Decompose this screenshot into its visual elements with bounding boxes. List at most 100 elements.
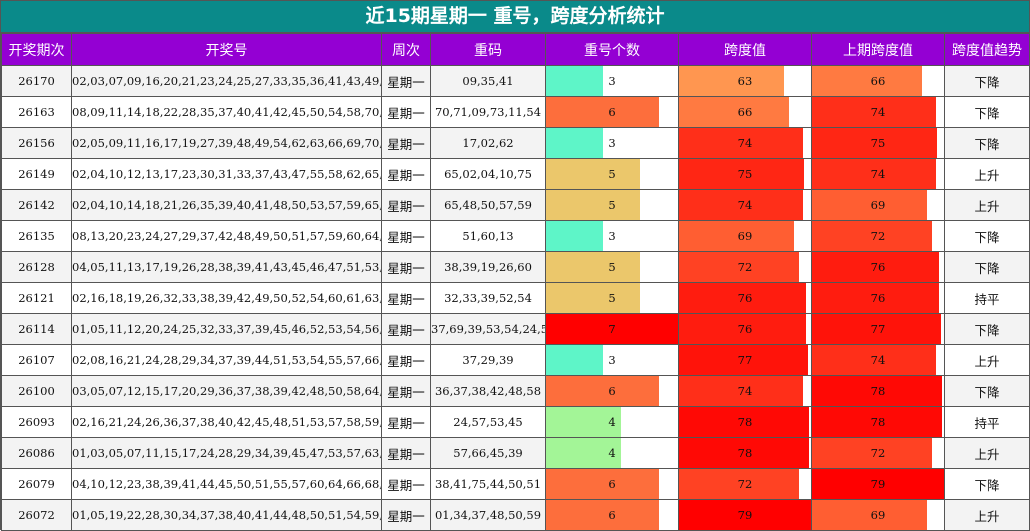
cell-span-value: 69 — [737, 229, 753, 243]
cell-repeat-count-value: 3 — [608, 74, 616, 88]
cell-issue: 26142 — [1, 189, 72, 221]
header-repeat[interactable]: 重码 — [430, 33, 546, 66]
stats-panel: 近15期星期一 重号，跨度分析统计 开奖期次 开奖号 周次 重码 重号个数 跨度… — [0, 0, 1030, 531]
cell-repeat-count-value: 3 — [608, 136, 616, 150]
cell-span-value: 77 — [737, 353, 753, 367]
cell-span-value: 74 — [737, 198, 753, 212]
cell-issue: 26079 — [1, 468, 72, 500]
cell-span-value: 74 — [737, 136, 753, 150]
cell-prev-span-value: 72 — [870, 446, 886, 460]
cell-prev-span-value: 77 — [870, 322, 886, 336]
table-row: 26093 02,16,21,24,26,36,37,38,40,42,45,48… — [1, 406, 1030, 438]
cell-repeat-count: 3 — [545, 220, 679, 252]
cell-repeat-count: 5 — [545, 158, 679, 190]
cell-repeat-count: 6 — [545, 468, 679, 500]
table-row: 26156 02,05,09,11,16,17,19,27,39,48,49,54… — [1, 127, 1030, 159]
table-title: 近15期星期一 重号，跨度分析统计 — [1, 1, 1029, 33]
cell-prev-span: 76 — [811, 282, 945, 314]
table-row: 26135 08,13,20,23,24,27,29,37,42,48,49,50… — [1, 220, 1030, 252]
cell-prev-span-value: 76 — [870, 291, 886, 305]
cell-weekday: 星期一 — [381, 313, 431, 345]
cell-prev-span: 69 — [811, 189, 945, 221]
cell-trend: 持平 — [944, 282, 1030, 314]
cell-numbers: 04,10,12,23,38,39,41,44,45,50,51,55,57,6… — [71, 468, 382, 500]
table-body: 26170 02,03,07,09,16,20,21,23,24,25,27,33… — [1, 65, 1030, 531]
cell-repeat-count: 6 — [545, 96, 679, 128]
cell-prev-span: 66 — [811, 65, 945, 97]
cell-numbers: 08,09,11,14,18,22,28,35,37,40,41,42,45,5… — [71, 96, 382, 128]
cell-span: 72 — [678, 468, 812, 500]
cell-span-value: 63 — [737, 74, 753, 88]
cell-repeat: 01,34,37,48,50,59 — [430, 499, 546, 531]
cell-span-value: 74 — [737, 384, 753, 398]
cell-issue: 26107 — [1, 344, 72, 376]
cell-span: 63 — [678, 65, 812, 97]
cell-numbers: 01,05,11,12,20,24,25,32,33,37,39,45,46,5… — [71, 313, 382, 345]
cell-span: 74 — [678, 127, 812, 159]
cell-repeat-count: 3 — [545, 65, 679, 97]
cell-repeat-count: 3 — [545, 127, 679, 159]
header-trend[interactable]: 跨度值趋势 — [944, 33, 1030, 66]
cell-repeat: 65,48,50,57,59 — [430, 189, 546, 221]
cell-repeat: 09,35,41 — [430, 65, 546, 97]
cell-weekday: 星期一 — [381, 406, 431, 438]
header-weekday[interactable]: 周次 — [381, 33, 431, 66]
cell-prev-span: 75 — [811, 127, 945, 159]
cell-repeat: 38,41,75,44,50,51 — [430, 468, 546, 500]
cell-prev-span: 74 — [811, 96, 945, 128]
cell-prev-span-value: 74 — [870, 353, 886, 367]
cell-weekday: 星期一 — [381, 375, 431, 407]
cell-weekday: 星期一 — [381, 158, 431, 190]
cell-issue: 26086 — [1, 437, 72, 469]
cell-repeat-count: 5 — [545, 189, 679, 221]
cell-numbers: 04,05,11,13,17,19,26,28,38,39,41,43,45,4… — [71, 251, 382, 283]
cell-prev-span: 74 — [811, 344, 945, 376]
header-prev-span[interactable]: 上期跨度值 — [811, 33, 945, 66]
cell-prev-span: 79 — [811, 468, 945, 500]
cell-weekday: 星期一 — [381, 65, 431, 97]
cell-trend: 持平 — [944, 406, 1030, 438]
cell-weekday: 星期一 — [381, 499, 431, 531]
cell-prev-span-value: 75 — [870, 136, 886, 150]
cell-repeat-count-value: 3 — [608, 229, 616, 243]
cell-span: 78 — [678, 437, 812, 469]
cell-span: 72 — [678, 251, 812, 283]
cell-numbers: 02,05,09,11,16,17,19,27,39,48,49,54,62,6… — [71, 127, 382, 159]
cell-prev-span-value: 74 — [870, 167, 886, 181]
cell-weekday: 星期一 — [381, 282, 431, 314]
cell-repeat-count-value: 6 — [608, 105, 616, 119]
cell-repeat-count-value: 5 — [608, 167, 616, 181]
cell-prev-span: 78 — [811, 375, 945, 407]
cell-repeat: 37,29,39 — [430, 344, 546, 376]
cell-prev-span-value: 69 — [870, 198, 886, 212]
cell-issue: 26093 — [1, 406, 72, 438]
cell-trend: 上升 — [944, 189, 1030, 221]
cell-trend: 下降 — [944, 220, 1030, 252]
table-row: 26170 02,03,07,09,16,20,21,23,24,25,27,33… — [1, 65, 1030, 97]
cell-repeat-count-value: 3 — [608, 353, 616, 367]
header-repeat-count[interactable]: 重号个数 — [545, 33, 679, 66]
header-numbers[interactable]: 开奖号 — [71, 33, 382, 66]
cell-repeat: 36,37,38,42,48,58 — [430, 375, 546, 407]
cell-prev-span-value: 78 — [870, 415, 886, 429]
cell-span-value: 78 — [737, 415, 753, 429]
cell-prev-span-value: 66 — [870, 74, 886, 88]
cell-numbers: 01,03,05,07,11,15,17,24,28,29,34,39,45,4… — [71, 437, 382, 469]
header-span[interactable]: 跨度值 — [678, 33, 812, 66]
cell-issue: 26128 — [1, 251, 72, 283]
cell-repeat-count-value: 7 — [608, 322, 616, 336]
cell-repeat-count: 4 — [545, 437, 679, 469]
header-issue[interactable]: 开奖期次 — [1, 33, 72, 66]
cell-prev-span: 76 — [811, 251, 945, 283]
cell-span-value: 75 — [737, 167, 753, 181]
cell-repeat-count-value: 4 — [608, 415, 616, 429]
cell-prev-span-value: 78 — [870, 384, 886, 398]
cell-weekday: 星期一 — [381, 468, 431, 500]
table-row: 26142 02,04,10,14,18,21,26,35,39,40,41,48… — [1, 189, 1030, 221]
cell-prev-span: 78 — [811, 406, 945, 438]
cell-issue: 26163 — [1, 96, 72, 128]
cell-trend: 下降 — [944, 251, 1030, 283]
table-row: 26086 01,03,05,07,11,15,17,24,28,29,34,39… — [1, 437, 1030, 469]
cell-weekday: 星期一 — [381, 220, 431, 252]
cell-repeat: 17,02,62 — [430, 127, 546, 159]
